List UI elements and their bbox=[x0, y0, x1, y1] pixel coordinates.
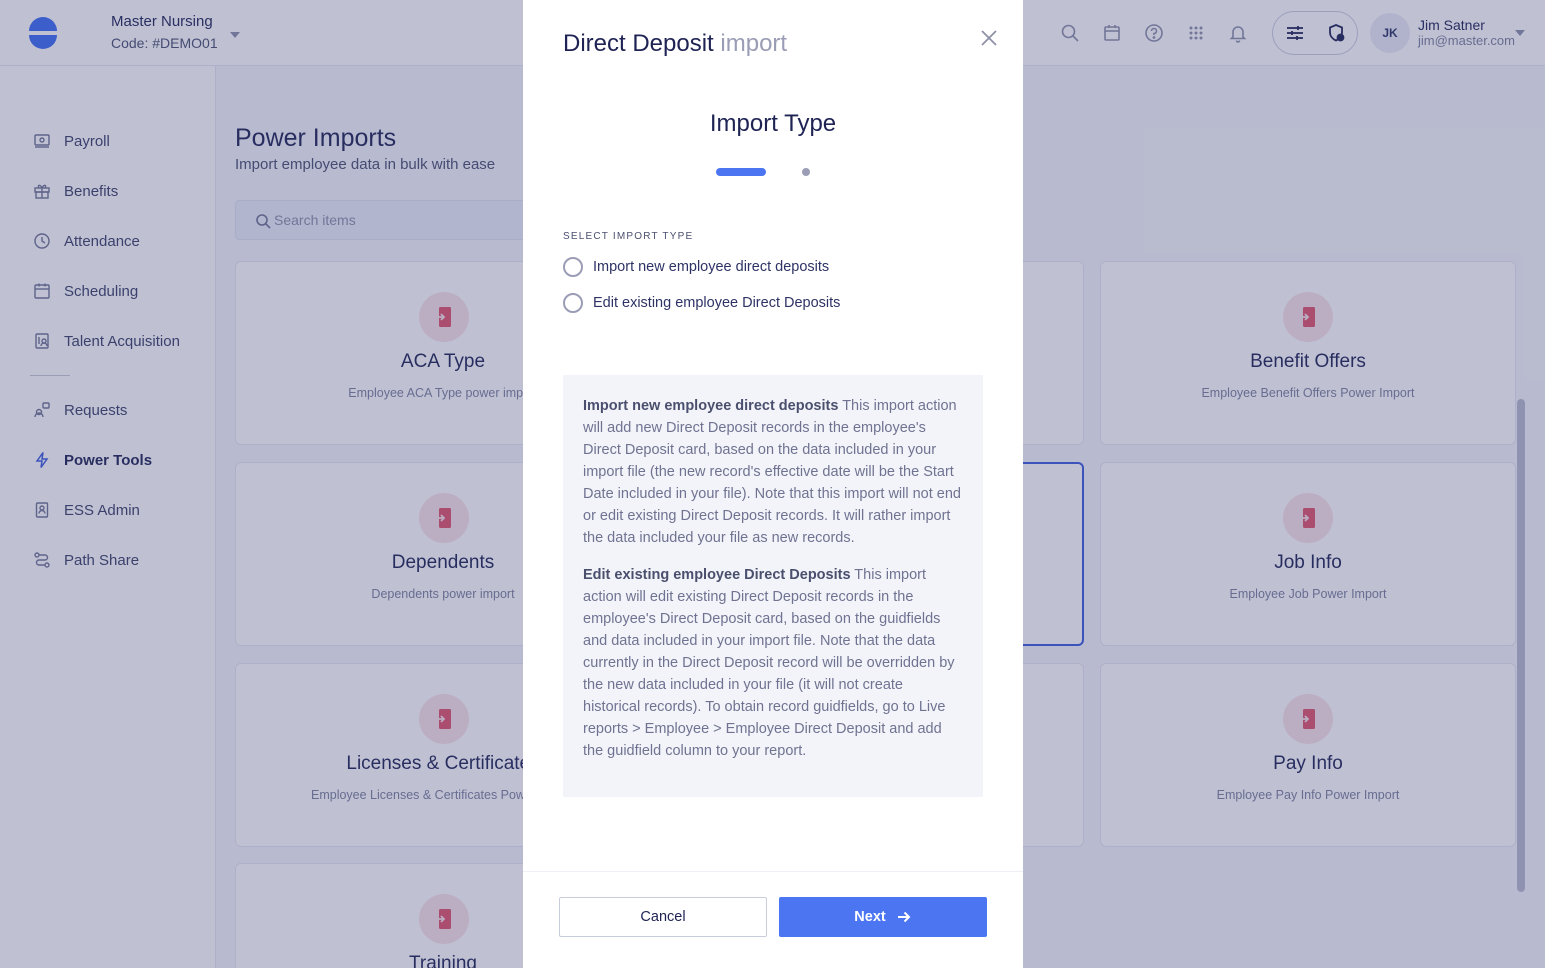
info-paragraph: Import new employee direct deposits This… bbox=[583, 395, 963, 549]
cancel-button[interactable]: Cancel bbox=[559, 897, 767, 937]
step-title: Import Type bbox=[709, 110, 837, 137]
radio-option-new[interactable]: Import new employee direct deposits bbox=[563, 256, 829, 278]
radio-button[interactable] bbox=[563, 257, 583, 277]
info-body: This import action will edit existing Di… bbox=[583, 567, 955, 759]
radio-label: Edit existing employee Direct Deposits bbox=[593, 295, 841, 311]
next-button-label: Next bbox=[854, 909, 886, 925]
radio-option-edit[interactable]: Edit existing employee Direct Deposits bbox=[563, 292, 840, 314]
info-box: Import new employee direct deposits This… bbox=[563, 375, 983, 797]
modal-title-accent: import bbox=[720, 30, 788, 57]
info-body: This import action will add new Direct D… bbox=[583, 398, 961, 546]
radio-label: Import new employee direct deposits bbox=[593, 259, 830, 275]
step-indicator-inactive bbox=[802, 168, 810, 176]
step-indicator-active bbox=[716, 168, 766, 176]
next-button[interactable]: Next bbox=[779, 897, 987, 937]
arrow-right-icon bbox=[897, 911, 911, 923]
info-paragraph: Edit existing employee Direct Deposits T… bbox=[583, 564, 963, 762]
modal-footer: Cancel Next bbox=[523, 871, 1023, 968]
section-label: SELECT IMPORT TYPE bbox=[563, 231, 694, 242]
radio-button[interactable] bbox=[563, 293, 583, 313]
info-heading: Import new employee direct deposits bbox=[583, 398, 839, 414]
import-modal: Direct Deposit import Import Type SELECT… bbox=[523, 0, 1023, 968]
modal-title: Direct Deposit import bbox=[563, 30, 787, 58]
close-icon[interactable] bbox=[978, 27, 1000, 49]
info-heading: Edit existing employee Direct Deposits bbox=[583, 567, 851, 583]
modal-title-main: Direct Deposit bbox=[563, 30, 714, 57]
